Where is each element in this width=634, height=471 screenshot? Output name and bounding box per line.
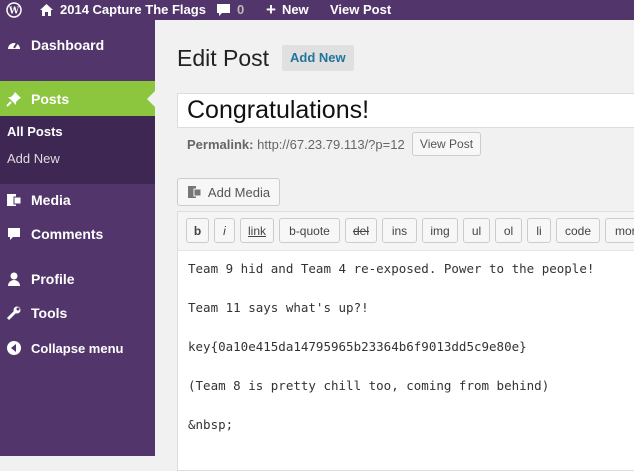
qt-img-button[interactable]: img <box>422 218 458 243</box>
new-content-link[interactable]: + New <box>266 0 309 20</box>
menu-profile-label: Profile <box>31 271 75 287</box>
submenu-all-posts[interactable]: All Posts <box>7 124 63 139</box>
permalink-row: Permalink: http://67.23.79.113/?p=12 <box>187 137 405 152</box>
menu-posts-label: Posts <box>31 90 70 107</box>
qt-blockquote-button[interactable]: b-quote <box>279 218 340 243</box>
wordpress-logo-icon: W <box>6 2 22 18</box>
submenu-add-new[interactable]: Add New <box>7 151 60 166</box>
site-name-link[interactable]: 2014 Capture The Flags <box>39 0 206 20</box>
admin-bar: W 2014 Capture The Flags 0 + New View Po… <box>0 0 634 20</box>
user-icon <box>6 271 22 287</box>
qt-code-button[interactable]: code <box>556 218 600 243</box>
home-icon <box>40 4 53 16</box>
svg-text:W: W <box>8 7 20 17</box>
editor-line: Team 9 hid and Team 4 re-exposed. Power … <box>188 261 595 276</box>
editor-line: (Team 8 is pretty chill too, coming from… <box>188 378 550 393</box>
admin-sidebar: Dashboard Posts All Posts Add New Media … <box>0 20 155 456</box>
qt-del-button[interactable]: del <box>345 218 377 243</box>
pushpin-icon <box>6 91 22 107</box>
permalink-url[interactable]: http://67.23.79.113/?p=12 <box>257 137 405 152</box>
collapse-menu-label: Collapse menu <box>31 340 124 356</box>
qt-italic-button[interactable]: i <box>214 218 235 243</box>
page-title: Edit Post <box>177 45 270 71</box>
wrench-icon <box>6 305 22 321</box>
wordpress-logo[interactable]: W <box>6 0 22 20</box>
collapse-arrow-icon <box>6 340 22 356</box>
permalink-label: Permalink: <box>187 137 254 152</box>
qt-ins-button[interactable]: ins <box>382 218 417 243</box>
posts-submenu: All Posts Add New <box>0 116 155 184</box>
qt-ul-button[interactable]: ul <box>463 218 490 243</box>
qt-li-button[interactable]: li <box>527 218 551 243</box>
site-name-label: 2014 Capture The Flags <box>60 2 206 17</box>
comments-count: 0 <box>237 2 245 17</box>
qt-ol-button[interactable]: ol <box>495 218 522 243</box>
menu-dashboard-label: Dashboard <box>31 37 105 53</box>
editor-line: &nbsp; <box>188 417 234 432</box>
qt-link-button[interactable]: link <box>240 218 274 243</box>
view-post-button[interactable]: View Post <box>412 132 481 156</box>
plus-icon: + <box>266 0 276 19</box>
add-media-label: Add Media <box>207 184 271 200</box>
menu-posts[interactable]: Posts <box>0 81 155 116</box>
add-new-button[interactable]: Add New <box>282 45 354 71</box>
media-icon <box>6 192 22 208</box>
post-title-input[interactable]: Congratulations! <box>177 93 634 128</box>
menu-tools[interactable]: Tools <box>0 305 155 321</box>
menu-tools-label: Tools <box>31 305 68 321</box>
qt-bold-button[interactable]: b <box>186 218 209 243</box>
comments-link[interactable]: 0 <box>216 0 244 20</box>
qt-more-button[interactable]: more <box>605 218 634 243</box>
editor-content[interactable]: Team 9 hid and Team 4 re-exposed. Power … <box>188 261 594 456</box>
editor-line: Team 11 says what's up?! <box>188 300 369 315</box>
menu-media-label: Media <box>31 192 71 208</box>
menu-comments-label: Comments <box>31 226 104 242</box>
comments-icon <box>6 226 22 242</box>
add-media-button[interactable]: Add Media <box>177 178 280 206</box>
collapse-menu-button[interactable]: Collapse menu <box>0 340 155 356</box>
menu-media[interactable]: Media <box>0 192 155 208</box>
menu-comments[interactable]: Comments <box>0 226 155 242</box>
view-post-link[interactable]: View Post <box>330 0 391 20</box>
new-label: New <box>281 2 309 17</box>
menu-profile[interactable]: Profile <box>0 271 155 287</box>
add-media-icon <box>187 186 202 198</box>
editor-line: key{0a10e415da14795965b23364b6f9013dd5c9… <box>188 339 527 354</box>
view-post-label: View Post <box>330 2 392 17</box>
menu-dashboard[interactable]: Dashboard <box>0 37 155 53</box>
quicktags-toolbar: b i link b-quote del ins img ul ol li co… <box>178 212 634 251</box>
comment-bubble-icon <box>217 4 230 16</box>
dashboard-icon <box>6 37 22 53</box>
main-content: Edit Post Add New Congratulations! Perma… <box>155 20 634 471</box>
post-editor[interactable]: b i link b-quote del ins img ul ol li co… <box>177 211 634 471</box>
